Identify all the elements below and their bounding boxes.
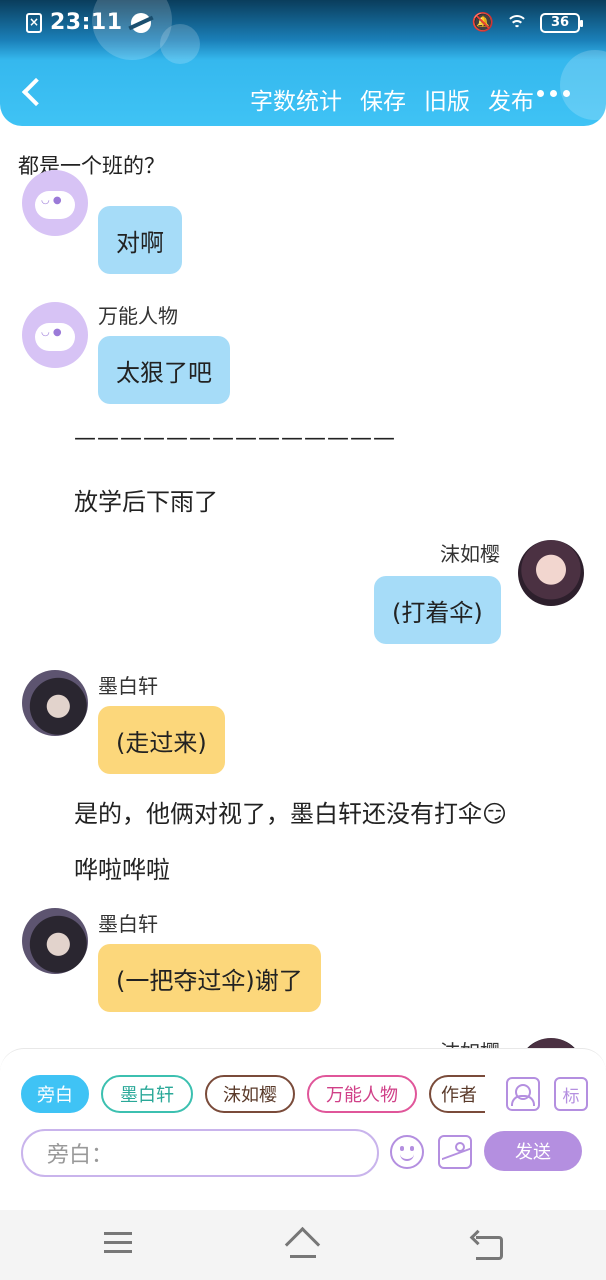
word-count-button[interactable]: 字数统计 <box>250 82 342 116</box>
avatar[interactable] <box>22 908 88 974</box>
role-chip-moruying[interactable]: 沫如樱 <box>205 1075 295 1113</box>
sender-name: 墨白轩 <box>98 912 158 936</box>
battery-icon: 36 <box>540 12 583 33</box>
message-bubble[interactable]: (一把夺过伞)谢了 <box>98 944 321 1012</box>
top-bar: × 23:11 🔕 36 字数统计 保存 旧版 发布 <box>0 0 606 126</box>
narration-text: 哗啦哗啦 <box>74 856 170 884</box>
system-nav-bar <box>0 1210 606 1280</box>
planet-icon <box>130 12 151 33</box>
chat-area[interactable]: 都是一个班的？ 对啊 万能人物 太狠了吧 —————————————— 放学后下… <box>0 126 606 1050</box>
message-input[interactable]: 旁白： <box>21 1129 379 1177</box>
message-bubble[interactable]: (走过来) <box>98 706 225 774</box>
input-panel: 旁白 墨白轩 沫如樱 万能人物 作者 标 旁白： 发送 <box>0 1048 606 1210</box>
wifi-icon <box>506 14 528 31</box>
send-button[interactable]: 发送 <box>484 1131 582 1171</box>
narration-text: 放学后下雨了 <box>74 488 218 516</box>
add-role-icon[interactable] <box>506 1077 540 1111</box>
role-chip-narrator[interactable]: 旁白 <box>21 1075 89 1113</box>
role-chip-universal[interactable]: 万能人物 <box>307 1075 417 1113</box>
role-chip-mobaixuan[interactable]: 墨白轩 <box>101 1075 193 1113</box>
save-button[interactable]: 保存 <box>360 82 406 116</box>
header-actions: 字数统计 保存 旧版 发布 <box>250 82 534 116</box>
notification-muted-icon: 🔕 <box>471 12 494 33</box>
narration-text: 是的，他俩对视了，墨白轩还没有打伞😏 <box>74 800 508 828</box>
status-bar: × 23:11 🔕 36 <box>0 0 606 46</box>
tag-button[interactable]: 标 <box>554 1077 588 1111</box>
role-chip-author[interactable]: 作者 <box>429 1075 485 1113</box>
sender-name: 万能人物 <box>98 304 178 328</box>
message-bubble[interactable]: 太狠了吧 <box>98 336 230 404</box>
editor-header: 字数统计 保存 旧版 发布 <box>0 46 606 126</box>
avatar[interactable] <box>518 540 584 606</box>
role-chips: 旁白 墨白轩 沫如樱 万能人物 作者 <box>21 1075 485 1113</box>
sender-name: 墨白轩 <box>98 674 158 698</box>
emoji-icon[interactable] <box>390 1135 424 1169</box>
avatar[interactable] <box>22 302 88 368</box>
message-bubble[interactable]: (打着伞) <box>374 576 501 644</box>
old-version-button[interactable]: 旧版 <box>424 82 470 116</box>
menu-icon[interactable] <box>104 1232 132 1256</box>
image-icon[interactable] <box>438 1135 472 1169</box>
message-bubble[interactable]: 对啊 <box>98 206 182 274</box>
status-left: × 23:11 <box>26 10 151 35</box>
publish-button[interactable]: 发布 <box>488 82 534 116</box>
back-icon[interactable] <box>472 1232 503 1260</box>
avatar[interactable] <box>22 170 88 236</box>
home-icon[interactable] <box>284 1230 322 1258</box>
status-right: 🔕 36 <box>471 12 583 33</box>
clock: 23:11 <box>50 10 123 35</box>
sim-off-icon: × <box>26 12 42 33</box>
divider-text: —————————————— <box>74 426 396 451</box>
back-button[interactable] <box>18 74 48 110</box>
more-options-button[interactable] <box>537 90 570 97</box>
avatar[interactable] <box>22 670 88 736</box>
sender-name: 沫如樱 <box>440 542 500 566</box>
